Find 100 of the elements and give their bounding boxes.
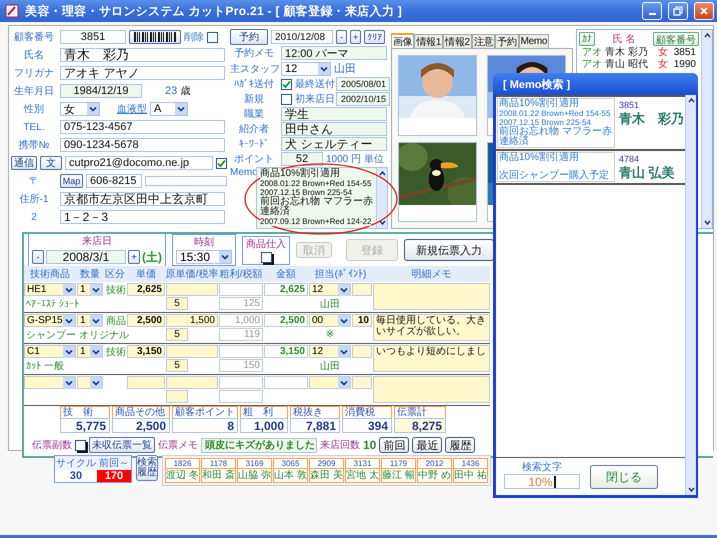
- recent-customer[interactable]: 3131 宮地 太: [345, 458, 380, 483]
- email-field[interactable]: cutpro21@docomo.ne.jp: [65, 156, 213, 170]
- new-slip-button[interactable]: 新規伝票入力: [404, 239, 494, 261]
- recent-customer[interactable]: 3169 山脇 弥: [237, 458, 272, 483]
- close-dialog-button[interactable]: 閉じる: [590, 465, 658, 489]
- price-cell[interactable]: 3,150: [127, 345, 165, 358]
- tab[interactable]: 注意: [472, 34, 496, 48]
- recent-customer[interactable]: 1436 田中 祐: [453, 458, 488, 483]
- stock-checkbox[interactable]: [260, 252, 272, 262]
- tab[interactable]: 情報2: [443, 34, 472, 48]
- minus-button[interactable]: -: [32, 250, 44, 264]
- points-field[interactable]: 52: [281, 152, 323, 166]
- cost-cell[interactable]: 1,500: [166, 314, 218, 327]
- zip-field[interactable]: 606-8215: [86, 174, 142, 188]
- last-sent-field[interactable]: 2005/08/01: [336, 77, 390, 91]
- recent-customer[interactable]: 1179 藤江 暢: [381, 458, 416, 483]
- minimize-button[interactable]: [642, 2, 662, 20]
- visit-date-field[interactable]: 2008/3/1: [46, 250, 126, 264]
- kana-field[interactable]: アオキ アヤノ: [60, 66, 225, 80]
- tab[interactable]: Memo: [518, 34, 550, 48]
- postcard-checkbox[interactable]: [281, 78, 292, 90]
- referrer-field[interactable]: 田中さん: [281, 122, 387, 136]
- slip-memo-field[interactable]: 頭皮にキズがありました: [201, 438, 317, 452]
- search-history-button[interactable]: 検索履歴: [136, 455, 158, 481]
- address-field[interactable]: 京都市左京区田中上玄京町: [60, 192, 225, 206]
- plus-button[interactable]: +: [350, 30, 362, 44]
- recent-customer[interactable]: 2909 森田 美: [309, 458, 344, 483]
- recent-customer[interactable]: 3065 山本 敦: [273, 458, 308, 483]
- recent-customer[interactable]: 2012 中野 め: [417, 458, 452, 483]
- points-cell[interactable]: 10: [352, 314, 372, 327]
- staff-select[interactable]: 12: [281, 62, 331, 76]
- mobile-field[interactable]: 090-1234-5678: [60, 138, 225, 152]
- price-cell[interactable]: 2,500: [127, 314, 165, 327]
- memo-cell[interactable]: 毎日使用している。大きいサイズが欲しい。: [373, 314, 490, 341]
- tax-rate-cell[interactable]: [166, 390, 188, 403]
- zip-extra-field[interactable]: [145, 176, 227, 186]
- tab[interactable]: 情報1: [414, 34, 444, 48]
- phone-field[interactable]: 075-123-4567: [60, 120, 225, 134]
- send-button[interactable]: 通信: [11, 156, 37, 170]
- staff-select[interactable]: 12: [309, 345, 351, 358]
- minus-button[interactable]: -: [336, 30, 347, 44]
- price-cell[interactable]: 2,625: [127, 283, 165, 296]
- product-select[interactable]: HE1: [24, 283, 76, 296]
- keyword-field[interactable]: 犬 シェルティー: [281, 137, 387, 151]
- address-field[interactable]: 1－2－3: [60, 210, 225, 224]
- name-field[interactable]: 青木 彩乃: [60, 48, 225, 62]
- quantity-select[interactable]: 1: [77, 283, 103, 296]
- sex-select[interactable]: 女: [60, 102, 100, 116]
- unpaid-list-button[interactable]: 未収伝票一覧: [89, 437, 155, 453]
- scrollbar[interactable]: [376, 168, 387, 228]
- customer-number-field[interactable]: 3851: [60, 30, 126, 44]
- memo-cell[interactable]: いつもより短めにしまし: [373, 345, 490, 372]
- birthday-field[interactable]: 1984/12/19: [60, 84, 142, 98]
- points-cell[interactable]: [352, 376, 372, 389]
- memo-cell[interactable]: [373, 376, 490, 403]
- points-cell[interactable]: [352, 345, 372, 358]
- points-cell[interactable]: [352, 283, 372, 296]
- tab[interactable]: 予約: [495, 34, 519, 48]
- blood-type-select[interactable]: A: [150, 102, 188, 116]
- reserve-date-field[interactable]: 2010/12/08: [271, 30, 333, 44]
- slip-copy-checkbox[interactable]: [75, 440, 86, 450]
- tax-rate-cell[interactable]: 5: [166, 328, 188, 341]
- new-customer-checkbox[interactable]: [281, 94, 292, 104]
- tax-rate-cell[interactable]: 5: [166, 297, 188, 310]
- quantity-select[interactable]: 1: [77, 345, 103, 358]
- delete-checkbox[interactable]: [207, 32, 218, 42]
- quantity-select[interactable]: 1: [77, 314, 103, 327]
- product-select[interactable]: [24, 376, 76, 389]
- product-select[interactable]: C1: [24, 345, 76, 358]
- price-cell[interactable]: [127, 376, 165, 389]
- recent-customer[interactable]: 1178 和田 斎: [201, 458, 236, 483]
- staff-select[interactable]: 12: [309, 283, 351, 296]
- staff-select[interactable]: 00: [309, 314, 351, 327]
- reserve-button[interactable]: 予約: [230, 29, 268, 45]
- cost-cell[interactable]: [166, 283, 218, 296]
- restore-button[interactable]: [668, 2, 688, 20]
- recent-customer[interactable]: 1826 渡辺 冬: [165, 458, 200, 483]
- kana-sort-button[interactable]: ｶﾅ: [579, 32, 595, 46]
- tab[interactable]: 画像: [391, 33, 414, 48]
- map-button[interactable]: Map: [60, 174, 83, 188]
- close-button[interactable]: [694, 2, 714, 20]
- plus-button[interactable]: +: [128, 250, 140, 264]
- number-sort-button[interactable]: 顧客番号: [653, 32, 699, 46]
- text-button[interactable]: 文: [40, 156, 62, 170]
- barcode-button[interactable]: [129, 30, 181, 44]
- time-select[interactable]: 15:30: [176, 250, 232, 264]
- job-field[interactable]: 学生: [281, 107, 387, 121]
- staff-select[interactable]: [309, 376, 351, 389]
- memo-cell[interactable]: [373, 283, 490, 310]
- cost-cell[interactable]: [166, 376, 218, 389]
- reserve-memo-field[interactable]: 12:00 パーマ: [281, 46, 387, 60]
- quantity-select[interactable]: [77, 376, 103, 389]
- clear-button[interactable]: ｸﾘｱ: [364, 30, 386, 44]
- email-checkbox[interactable]: [216, 158, 227, 168]
- previous-button[interactable]: 前回: [379, 437, 410, 453]
- product-select[interactable]: G-SP15: [24, 314, 76, 327]
- history-button[interactable]: 履歴: [445, 437, 476, 453]
- tax-rate-cell[interactable]: 5: [166, 359, 188, 372]
- blood-type-link[interactable]: 血液型: [117, 102, 147, 116]
- first-visit-field[interactable]: 2002/10/15: [336, 92, 390, 106]
